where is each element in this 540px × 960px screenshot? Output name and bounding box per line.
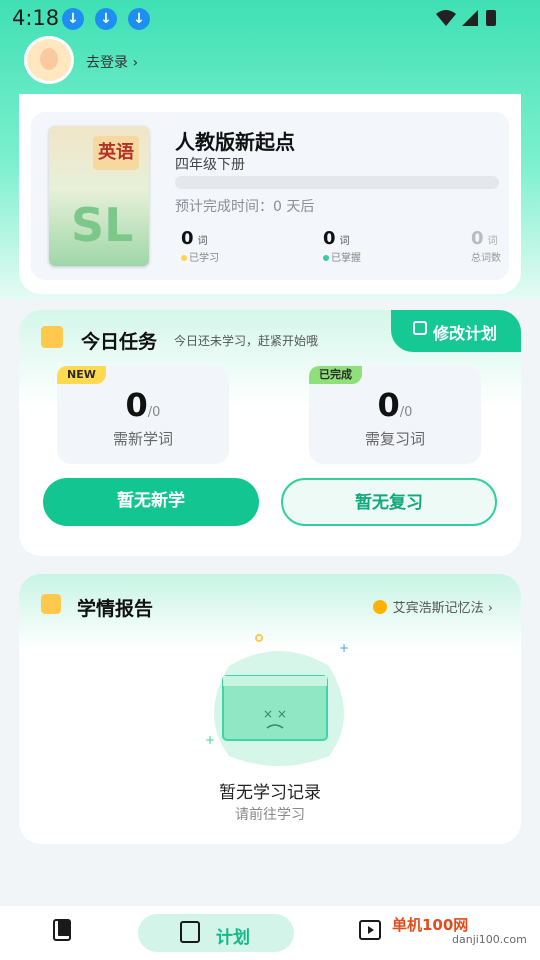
stat-learned: 0词 已学习 — [181, 228, 219, 264]
signal-icon — [462, 10, 478, 26]
calendar-check-icon — [413, 321, 427, 335]
empty-title: 暂无学习记录 — [219, 783, 321, 803]
progress-bar — [175, 176, 499, 189]
svg-text:+: + — [339, 641, 349, 655]
stat-value: 0 — [323, 228, 336, 249]
download-icon: ↓ — [62, 8, 84, 30]
stat-unit: 词 — [197, 236, 208, 247]
notebook-icon — [41, 326, 63, 348]
stat-value: 0 — [471, 228, 484, 249]
new-words-count: 0/0 — [125, 386, 161, 424]
empty-illustration: × × + + — [205, 634, 349, 766]
stat-unit: 词 — [339, 236, 350, 247]
cover-art: SL — [71, 198, 134, 252]
stat-dot — [323, 255, 329, 261]
stat-label: 总词数 — [471, 253, 501, 264]
battery-icon — [486, 10, 496, 26]
new-badge: NEW — [57, 366, 106, 384]
today-task-card: 今日任务 今日还未学习，赶紧开始哦 修改计划 NEW 0/0 需新学词 已完成 … — [19, 310, 521, 556]
download-icon: ↓ — [95, 8, 117, 30]
book-card[interactable]: 英语 SL 人教版新起点 四年级下册 预计完成时间：0 天后 0词 已学习 0词… — [19, 94, 521, 294]
nav-book-icon[interactable] — [52, 918, 74, 942]
status-time: 4:18 — [12, 6, 60, 30]
ebbinghaus-link[interactable]: 艾宾浩斯记忆法 › — [372, 597, 493, 616]
download-icon: ↓ — [128, 8, 150, 30]
nav-video-icon[interactable] — [358, 918, 382, 942]
no-review-button[interactable]: 暂无复习 — [281, 478, 497, 526]
stat-dot — [181, 255, 187, 261]
review-words-tile: 已完成 0/0 需复习词 — [309, 366, 481, 464]
nav-tab-plan[interactable]: 计划 — [138, 914, 294, 952]
empty-subtitle: 请前往学习 — [235, 807, 305, 823]
wifi-icon — [436, 10, 456, 26]
calendar-icon — [180, 921, 200, 943]
task-subtitle: 今日还未学习，赶紧开始哦 — [174, 334, 319, 348]
svg-text:+: + — [205, 733, 215, 747]
new-words-tile: NEW 0/0 需新学词 — [57, 366, 229, 464]
book-grade: 四年级下册 — [175, 157, 245, 173]
nav-plan-label: 计划 — [216, 928, 250, 948]
done-badge: 已完成 — [309, 366, 362, 384]
book-panel[interactable]: 英语 SL 人教版新起点 四年级下册 预计完成时间：0 天后 0词 已学习 0词… — [31, 112, 509, 280]
cover-title: 英语 — [93, 136, 139, 170]
status-bar: 4:18 ↓ ↓ ↓ — [0, 0, 540, 36]
avatar[interactable] — [24, 36, 74, 84]
status-icons — [436, 10, 496, 26]
watermark: 单机100网 danji100.com — [392, 914, 527, 946]
svg-text:× ×: × × — [263, 707, 287, 721]
ebbinghaus-label: 艾宾浩斯记忆法 — [392, 601, 484, 616]
task-title: 今日任务 — [81, 331, 158, 353]
book-title: 人教版新起点 — [175, 130, 295, 154]
new-words-label: 需新学词 — [112, 430, 173, 448]
stat-value: 0 — [181, 228, 194, 249]
eta-text: 预计完成时间：0 天后 — [175, 199, 315, 215]
review-words-label: 需复习词 — [364, 430, 425, 448]
stat-label: 已学习 — [189, 253, 219, 264]
report-title: 学情报告 — [77, 598, 154, 620]
edit-plan-button[interactable]: 修改计划 — [391, 310, 521, 352]
study-report-card: 学情报告 艾宾浩斯记忆法 › × × + + 暂无学习记录 请前往学习 — [19, 574, 521, 844]
edit-plan-label: 修改计划 — [433, 324, 498, 343]
watermark-domain: danji100.com — [452, 933, 527, 946]
chart-icon — [41, 594, 61, 614]
stat-label: 已掌握 — [331, 253, 361, 264]
no-new-learning-button[interactable]: 暂无新学 — [43, 478, 259, 526]
login-link[interactable]: 去登录 › — [86, 52, 138, 72]
stat-unit: 词 — [487, 236, 498, 247]
review-words-count: 0/0 — [377, 386, 413, 424]
fire-icon — [372, 600, 387, 614]
book-cover[interactable]: 英语 SL — [49, 126, 149, 266]
stat-total: 0词 总词数 — [471, 228, 501, 264]
watermark-text: 单机100网 — [392, 916, 469, 934]
stat-mastered: 0词 已掌握 — [323, 228, 361, 264]
